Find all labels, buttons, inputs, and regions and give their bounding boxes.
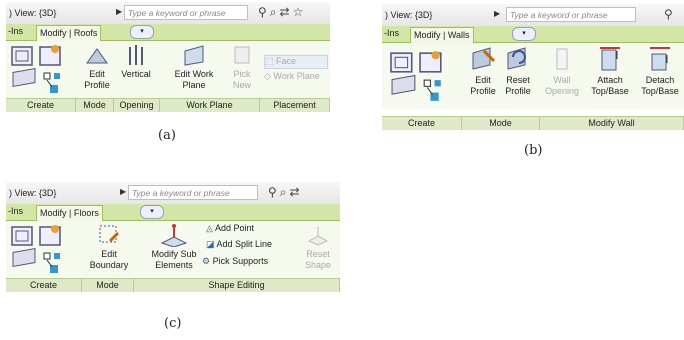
- reset-shape-icon: [307, 227, 329, 246]
- edit-work-plane-button[interactable]: Edit Work Plane: [166, 43, 222, 91]
- view-label: ) View: {3D}: [9, 188, 57, 198]
- group-create: Create: [6, 98, 76, 112]
- panel-c: ) View: {3D} ▶ Type a keyword or phrase …: [6, 182, 340, 302]
- ribbon: Edit Boundary Modify Sub Elements ◬ Add …: [6, 221, 340, 278]
- binoculars-icon[interactable]: ⚲: [258, 5, 270, 19]
- work-plane-icon: [184, 45, 204, 66]
- ribbon-tabs: -Ins Modify | Roofs ▾: [6, 24, 330, 41]
- add-point-button[interactable]: ◬ Add Point: [206, 223, 286, 234]
- search-input[interactable]: Type a keyword or phrase: [506, 7, 636, 22]
- face-button[interactable]: ⬚ Face: [264, 55, 328, 69]
- edit-profile-icon: [86, 48, 108, 64]
- exchange-icon[interactable]: ⇄: [280, 5, 293, 19]
- pick-supports-button[interactable]: ⚙ Pick Supports: [202, 256, 294, 267]
- tab-modify-walls[interactable]: Modify | Walls: [410, 27, 474, 43]
- reset-shape-button[interactable]: Reset Shape: [300, 223, 336, 271]
- wall-opening-button[interactable]: Wall Opening: [542, 45, 582, 97]
- create-tools-icon[interactable]: [388, 49, 450, 105]
- work-plane-placement-button[interactable]: ◇ Work Plane: [264, 71, 326, 82]
- group-placement: Placement: [260, 98, 330, 112]
- diamond-icon: ◇: [264, 71, 274, 81]
- attach-top-base-button[interactable]: Attach Top/Base: [586, 45, 634, 97]
- create-tools-icon[interactable]: [10, 223, 68, 277]
- group-opening: Opening: [114, 98, 160, 112]
- edit-boundary-icon: [99, 225, 120, 243]
- panel-b: ) View: {3D} ▶ Type a keyword or phrase …: [382, 4, 684, 136]
- search-input[interactable]: Type a keyword or phrase: [124, 5, 248, 20]
- reset-profile-button[interactable]: Reset Profile: [500, 45, 536, 97]
- key-icon[interactable]: ⌕: [270, 5, 280, 19]
- face-icon: ⬚: [265, 56, 277, 66]
- tab-dropdown-icon[interactable]: ▾: [140, 205, 164, 219]
- detach-top-base-icon: [650, 47, 670, 71]
- caption-c: (c): [164, 316, 182, 331]
- binoculars-icon[interactable]: ⚲: [664, 7, 676, 21]
- tab-ins[interactable]: -Ins: [8, 26, 23, 36]
- create-tools-icon[interactable]: [10, 43, 68, 97]
- group-mode: Mode: [462, 116, 540, 130]
- ribbon-tabs: -Ins Modify | Floors ▾: [6, 204, 340, 221]
- edit-profile-icon: [472, 47, 496, 70]
- group-modify-wall: Modify Wall: [540, 116, 684, 130]
- caption-a: (a): [158, 128, 176, 143]
- group-work-plane: Work Plane: [160, 98, 260, 112]
- group-create: Create: [6, 278, 82, 292]
- tab-modify-roofs[interactable]: Modify | Roofs: [36, 25, 102, 41]
- ribbon: Edit Profile Vertical Edit Work Plane Pi…: [6, 41, 330, 98]
- reset-profile-icon: [507, 47, 526, 70]
- attach-top-base-icon: [600, 47, 620, 71]
- view-label: ) View: {3D}: [9, 8, 57, 18]
- modify-sub-elements-icon: [160, 224, 188, 247]
- view-label: ) View: {3D}: [385, 10, 433, 20]
- group-mode: Mode: [82, 278, 134, 292]
- search-input[interactable]: Type a keyword or phrase: [128, 185, 258, 200]
- star-icon[interactable]: ☆: [293, 5, 307, 19]
- modify-sub-elements-button[interactable]: Modify Sub Elements: [144, 223, 204, 271]
- tab-modify-floors[interactable]: Modify | Floors: [36, 205, 103, 221]
- add-split-line-icon: ◪: [206, 239, 217, 249]
- pick-new-icon: [234, 46, 250, 64]
- detach-top-base-button[interactable]: Detach Top/Base: [636, 45, 684, 97]
- group-create: Create: [382, 116, 462, 130]
- vertical-button[interactable]: Vertical: [116, 43, 156, 80]
- tab-dropdown-icon[interactable]: ▾: [130, 25, 154, 39]
- group-shape-editing: Shape Editing: [134, 278, 340, 292]
- ribbon-tabs: -Ins Modify | Walls ▾: [382, 26, 684, 43]
- vertical-icon: [129, 45, 143, 65]
- title-bar: ) View: {3D} ▶ Type a keyword or phrase …: [6, 182, 340, 205]
- play-icon[interactable]: ▶: [494, 9, 500, 18]
- ribbon: Edit Profile Reset Profile Wall Opening …: [382, 43, 684, 109]
- add-split-line-button[interactable]: ◪ Add Split Line: [206, 239, 296, 250]
- edit-profile-button[interactable]: Edit Profile: [82, 43, 112, 91]
- title-bar: ) View: {3D} ▶ Type a keyword or phrase …: [6, 2, 330, 25]
- pick-supports-icon: ⚙: [202, 256, 213, 266]
- toolbar-icons[interactable]: ⚲⌕⇄: [268, 185, 303, 200]
- toolbar-icons[interactable]: ⚲⌕⇄☆: [258, 5, 306, 20]
- group-mode: Mode: [76, 98, 114, 112]
- edit-profile-button[interactable]: Edit Profile: [468, 45, 498, 97]
- tab-ins[interactable]: -Ins: [8, 206, 23, 216]
- wall-opening-icon: [556, 48, 568, 70]
- exchange-icon[interactable]: ⇄: [290, 185, 303, 199]
- binoculars-icon[interactable]: ⚲: [268, 185, 280, 199]
- panel-a: ) View: {3D} ▶ Type a keyword or phrase …: [6, 2, 330, 120]
- play-icon[interactable]: ▶: [120, 187, 126, 196]
- add-point-icon: ◬: [206, 223, 215, 233]
- edit-boundary-button[interactable]: Edit Boundary: [86, 223, 132, 271]
- key-icon[interactable]: ⌕: [280, 185, 290, 199]
- caption-b: (b): [524, 143, 543, 158]
- tab-dropdown-icon[interactable]: ▾: [512, 27, 536, 41]
- pick-new-button[interactable]: Pick New: [228, 43, 256, 91]
- title-bar: ) View: {3D} ▶ Type a keyword or phrase …: [382, 4, 684, 27]
- play-icon[interactable]: ▶: [116, 7, 122, 16]
- tab-ins[interactable]: -Ins: [384, 28, 399, 38]
